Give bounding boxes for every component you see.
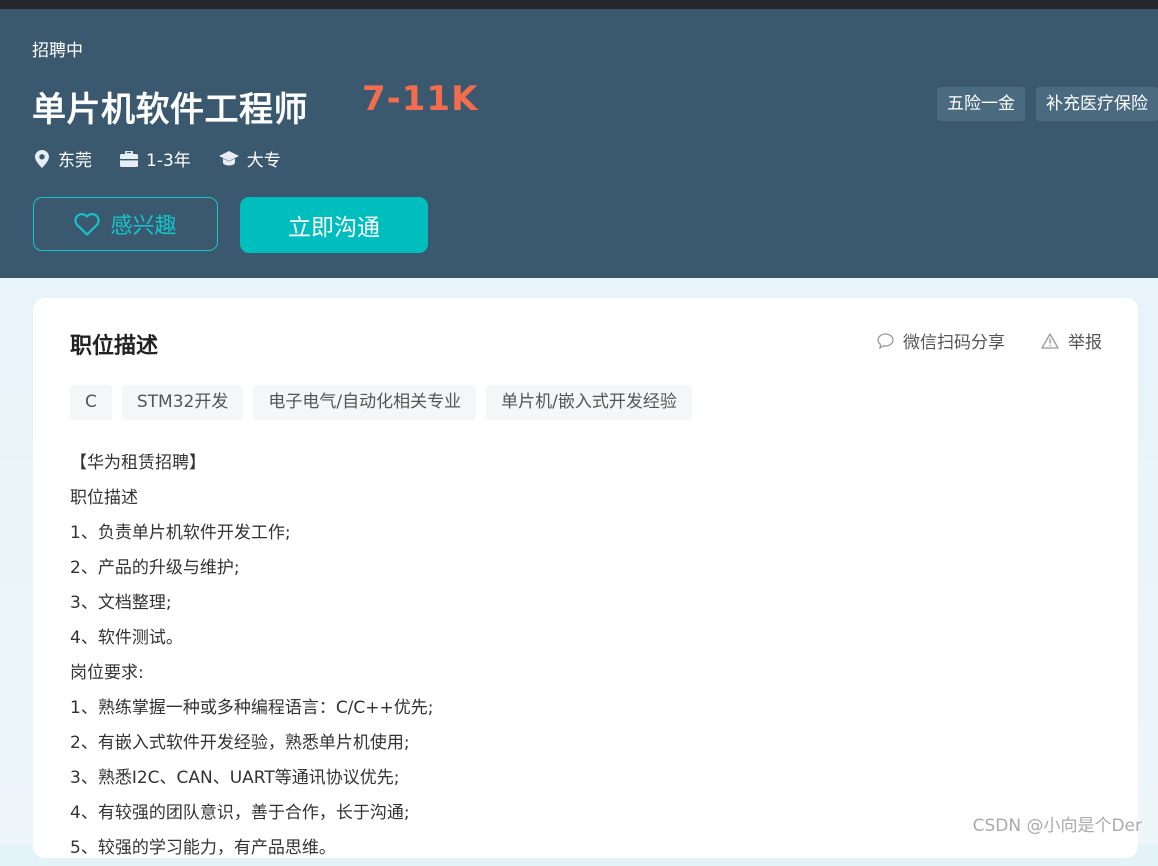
recruiting-status: 招聘中 (32, 41, 83, 61)
interest-label: 感兴趣 (110, 214, 177, 239)
description-line: 3、熟悉I2C、CAN、UART等通讯协议优先; (70, 768, 400, 788)
education-text: 大专 (246, 151, 281, 171)
description-line: 1、负责单片机软件开发工作; (70, 523, 291, 543)
description-line: 岗位要求: (70, 663, 144, 683)
wechat-share-button[interactable]: 微信扫码分享 (877, 328, 1005, 353)
description-line: 3、文档整理; (70, 593, 172, 613)
top-bar (0, 0, 1158, 9)
skill-tag: STM32开发 (121, 385, 244, 420)
chat-now-button[interactable]: 立即沟通 (240, 197, 428, 253)
skill-tag: 电子电气/自动化相关专业 (253, 385, 477, 420)
location-pin-icon (35, 149, 49, 168)
job-title: 单片机软件工程师 (32, 90, 308, 130)
report-label: 举报 (1068, 333, 1102, 353)
job-description-text: 【华为租赁招聘】 职位描述 1、负责单片机软件开发工作; 2、产品的升级与维护;… (70, 446, 434, 866)
watermark: CSDN @小向是个Der (972, 816, 1142, 836)
share-label: 微信扫码分享 (903, 333, 1005, 353)
report-button[interactable]: 举报 (1041, 328, 1102, 353)
meta-education: 大专 (218, 146, 281, 171)
heart-icon (74, 212, 101, 236)
benefit-tag: 五险一金 (937, 87, 1025, 121)
salary: 7-11K (362, 79, 479, 119)
job-description-card: 职位描述 微信扫码分享 举报 C STM32开发 电子电气/自动化相关专业 单片… (33, 298, 1138, 858)
description-line: 【华为租赁招聘】 (70, 453, 206, 473)
description-line: 职位描述 (70, 488, 138, 508)
benefit-tag: 补充医疗保险 (1036, 87, 1158, 121)
interest-button[interactable]: 感兴趣 (33, 197, 218, 251)
briefcase-icon (120, 150, 138, 167)
skill-tags: C STM32开发 电子电气/自动化相关专业 单片机/嵌入式开发经验 (70, 385, 692, 420)
experience-text: 1-3年 (146, 151, 191, 171)
meta-experience: 1-3年 (120, 146, 191, 171)
job-banner: 招聘中 单片机软件工程师 7-11K 五险一金 补充医疗保险 东莞 1-3年 大… (0, 9, 1158, 278)
description-line: 4、有较强的团队意识，善于合作，长于沟通; (70, 803, 410, 823)
description-line: 5、较强的学习能力，有产品思维。 (70, 838, 336, 858)
meta-location: 东莞 (34, 146, 92, 171)
chat-bubble-icon (877, 332, 894, 349)
skill-tag: C (70, 385, 112, 420)
card-actions: 微信扫码分享 举报 (841, 328, 1102, 353)
description-line: 4、软件测试。 (70, 628, 183, 648)
description-line: 1、熟练掌握一种或多种编程语言：C/C++优先; (70, 698, 434, 718)
location-text: 东莞 (58, 151, 92, 171)
description-line: 2、产品的升级与维护; (70, 558, 240, 578)
benefit-tags: 五险一金 补充医疗保险 (937, 87, 1158, 121)
section-title: 职位描述 (70, 334, 159, 359)
skill-tag: 单片机/嵌入式开发经验 (486, 385, 692, 420)
warning-icon (1041, 332, 1059, 349)
job-meta: 东莞 1-3年 大专 (34, 146, 309, 171)
graduation-cap-icon (218, 150, 239, 165)
description-line: 2、有嵌入式软件开发经验，熟悉单片机使用; (70, 733, 410, 753)
